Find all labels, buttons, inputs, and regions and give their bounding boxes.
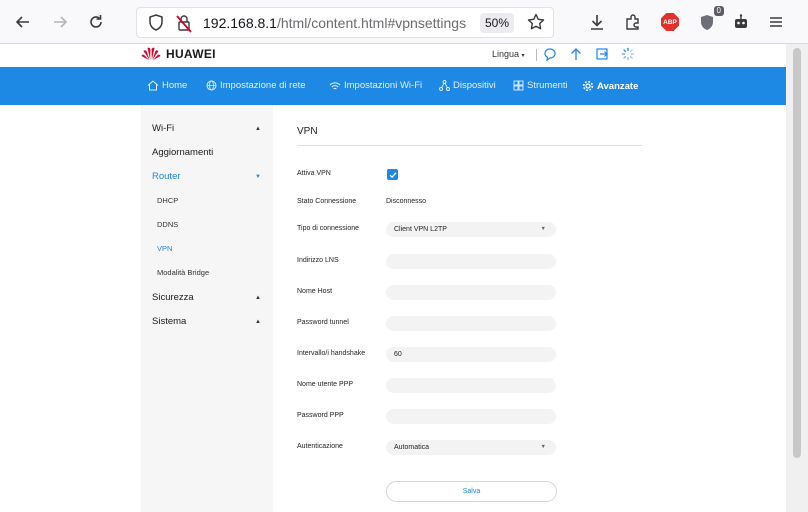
scrollbar-thumb[interactable] — [793, 48, 801, 458]
caret-up-icon: ▲ — [255, 295, 261, 301]
url-text[interactable]: 192.168.8.1/html/content.html#vpnsetting… — [203, 15, 466, 31]
language-label: Lingua — [492, 49, 520, 59]
zoom-level[interactable]: 50% — [480, 13, 514, 33]
tunnel-password-label: Password tunnel — [297, 319, 349, 326]
caret-down-icon: ▾ — [521, 53, 525, 59]
host-name-input[interactable] — [386, 285, 556, 300]
address-bar[interactable]: 192.168.8.1/html/content.html#vpnsetting… — [136, 7, 554, 38]
url-host: 192.168.8.1 — [203, 15, 277, 31]
page-scrollbar[interactable] — [786, 44, 808, 512]
gear-icon — [582, 80, 594, 92]
handshake-interval-label: Intervallo/i handshake — [297, 350, 366, 357]
sidebar-item-bridge-mode[interactable]: Modalità Bridge — [157, 268, 209, 277]
sidebar-item-router[interactable]: Router — [152, 171, 181, 182]
huawei-logo[interactable]: HUAWEI — [141, 46, 216, 61]
sidebar-item-wifi[interactable]: Wi-Fi — [152, 123, 174, 134]
nav-wifi-settings-label: Impostazioni Wi-Fi — [344, 80, 423, 91]
ppp-password-label: Password PPP — [297, 412, 344, 419]
devices-icon — [439, 80, 450, 91]
router-page: HUAWEI Lingua ▾ Home Impostazione di ret… — [0, 44, 786, 512]
sidebar-item-system[interactable]: Sistema — [152, 316, 186, 327]
chevron-down-icon: ▼ — [540, 226, 546, 232]
loading-spinner-icon — [621, 47, 635, 66]
topbar-divider — [536, 49, 537, 61]
ppp-username-label: Nome utente PPP — [297, 381, 354, 388]
authentication-value: Automatica — [394, 444, 430, 451]
nav-advanced[interactable]: Avanzate — [582, 80, 638, 92]
enable-vpn-checkbox[interactable] — [387, 169, 398, 180]
globe-icon — [206, 80, 217, 91]
sidebar-item-dhcp[interactable]: DHCP — [157, 196, 178, 205]
insecure-lock-icon[interactable] — [175, 13, 193, 38]
tools-icon — [513, 80, 524, 91]
tunnel-password-input[interactable] — [386, 316, 556, 331]
browser-toolbar: 192.168.8.1/html/content.html#vpnsetting… — [0, 0, 808, 44]
nav-network-settings[interactable]: Impostazione di rete — [206, 80, 306, 91]
save-button[interactable]: Salva — [386, 481, 557, 502]
router-topbar: HUAWEI Lingua ▾ — [0, 44, 786, 67]
host-name-label: Nome Host — [297, 288, 333, 295]
caret-up-icon: ▲ — [255, 319, 261, 325]
sidebar-item-updates[interactable]: Aggiornamenti — [152, 147, 213, 158]
connection-type-label: Tipo di connessione — [297, 225, 360, 232]
abp-label: ABP — [661, 13, 679, 31]
connection-type-value: Client VPN L2TP — [394, 226, 447, 233]
upload-arrow-icon[interactable] — [569, 47, 583, 66]
sidebar-item-vpn[interactable]: VPN — [157, 244, 172, 253]
shield-icon[interactable] — [147, 13, 165, 38]
huawei-flower-icon — [141, 47, 161, 61]
sidebar: Wi-Fi ▲ Aggiornamenti Router ▼ DHCP DDNS… — [141, 105, 273, 512]
ppp-password-input[interactable] — [386, 409, 556, 424]
language-dropdown[interactable]: Lingua ▾ — [492, 49, 525, 59]
nav-tools[interactable]: Strumenti — [513, 80, 568, 91]
logout-icon[interactable] — [595, 47, 609, 66]
checkmark-icon — [389, 171, 396, 178]
authentication-select[interactable]: Automatica ▼ — [386, 440, 556, 455]
chat-icon[interactable] — [543, 47, 557, 66]
chevron-down-icon: ▼ — [540, 444, 546, 450]
main-nav: Home Impostazione di rete Impostazioni W… — [0, 67, 786, 105]
nav-devices[interactable]: Dispositivi — [439, 80, 496, 91]
title-divider — [297, 145, 642, 146]
back-icon[interactable] — [10, 9, 36, 35]
nav-wifi-settings[interactable]: Impostazioni Wi-Fi — [329, 80, 422, 91]
authentication-label: Autenticazione — [297, 443, 343, 450]
nav-network-settings-label: Impostazione di rete — [220, 80, 306, 91]
robot-icon[interactable] — [728, 9, 754, 35]
brand-name: HUAWEI — [166, 46, 216, 61]
caret-up-icon: ▲ — [255, 126, 261, 132]
nav-advanced-label: Avanzate — [597, 80, 639, 92]
lns-address-label: Indirizzo LNS — [297, 257, 339, 264]
lns-address-input[interactable] — [386, 254, 556, 269]
forward-icon[interactable] — [47, 9, 73, 35]
extensions-icon[interactable] — [620, 9, 646, 35]
sidebar-item-ddns[interactable]: DDNS — [157, 220, 178, 229]
wifi-icon — [329, 81, 341, 89]
privacy-badger-icon[interactable]: 0 — [694, 6, 724, 35]
nav-devices-label: Dispositivi — [453, 80, 496, 91]
ppp-username-input[interactable] — [386, 378, 556, 393]
connection-status-label: Stato Connessione — [297, 198, 357, 205]
nav-home[interactable]: Home — [147, 80, 187, 91]
connection-status-value: Disconnesso — [386, 198, 427, 205]
star-icon[interactable] — [527, 13, 545, 36]
download-icon[interactable] — [584, 9, 610, 35]
page-title: VPN — [297, 126, 318, 137]
nav-home-label: Home — [162, 80, 188, 91]
nav-tools-label: Strumenti — [527, 80, 568, 91]
reload-icon[interactable] — [83, 9, 109, 35]
handshake-interval-input[interactable]: 60 — [386, 347, 556, 362]
abp-icon[interactable]: ABP — [657, 9, 683, 35]
enable-vpn-label: Attiva VPN — [297, 170, 331, 177]
url-path: /html/content.html#vpnsettings — [276, 15, 467, 31]
extension-badge-count: 0 — [713, 6, 724, 16]
caret-down-icon: ▼ — [255, 174, 261, 180]
home-icon — [147, 80, 159, 91]
menu-icon[interactable] — [763, 9, 789, 35]
connection-type-select[interactable]: Client VPN L2TP ▼ — [386, 222, 556, 237]
sidebar-item-security[interactable]: Sicurezza — [152, 292, 194, 303]
